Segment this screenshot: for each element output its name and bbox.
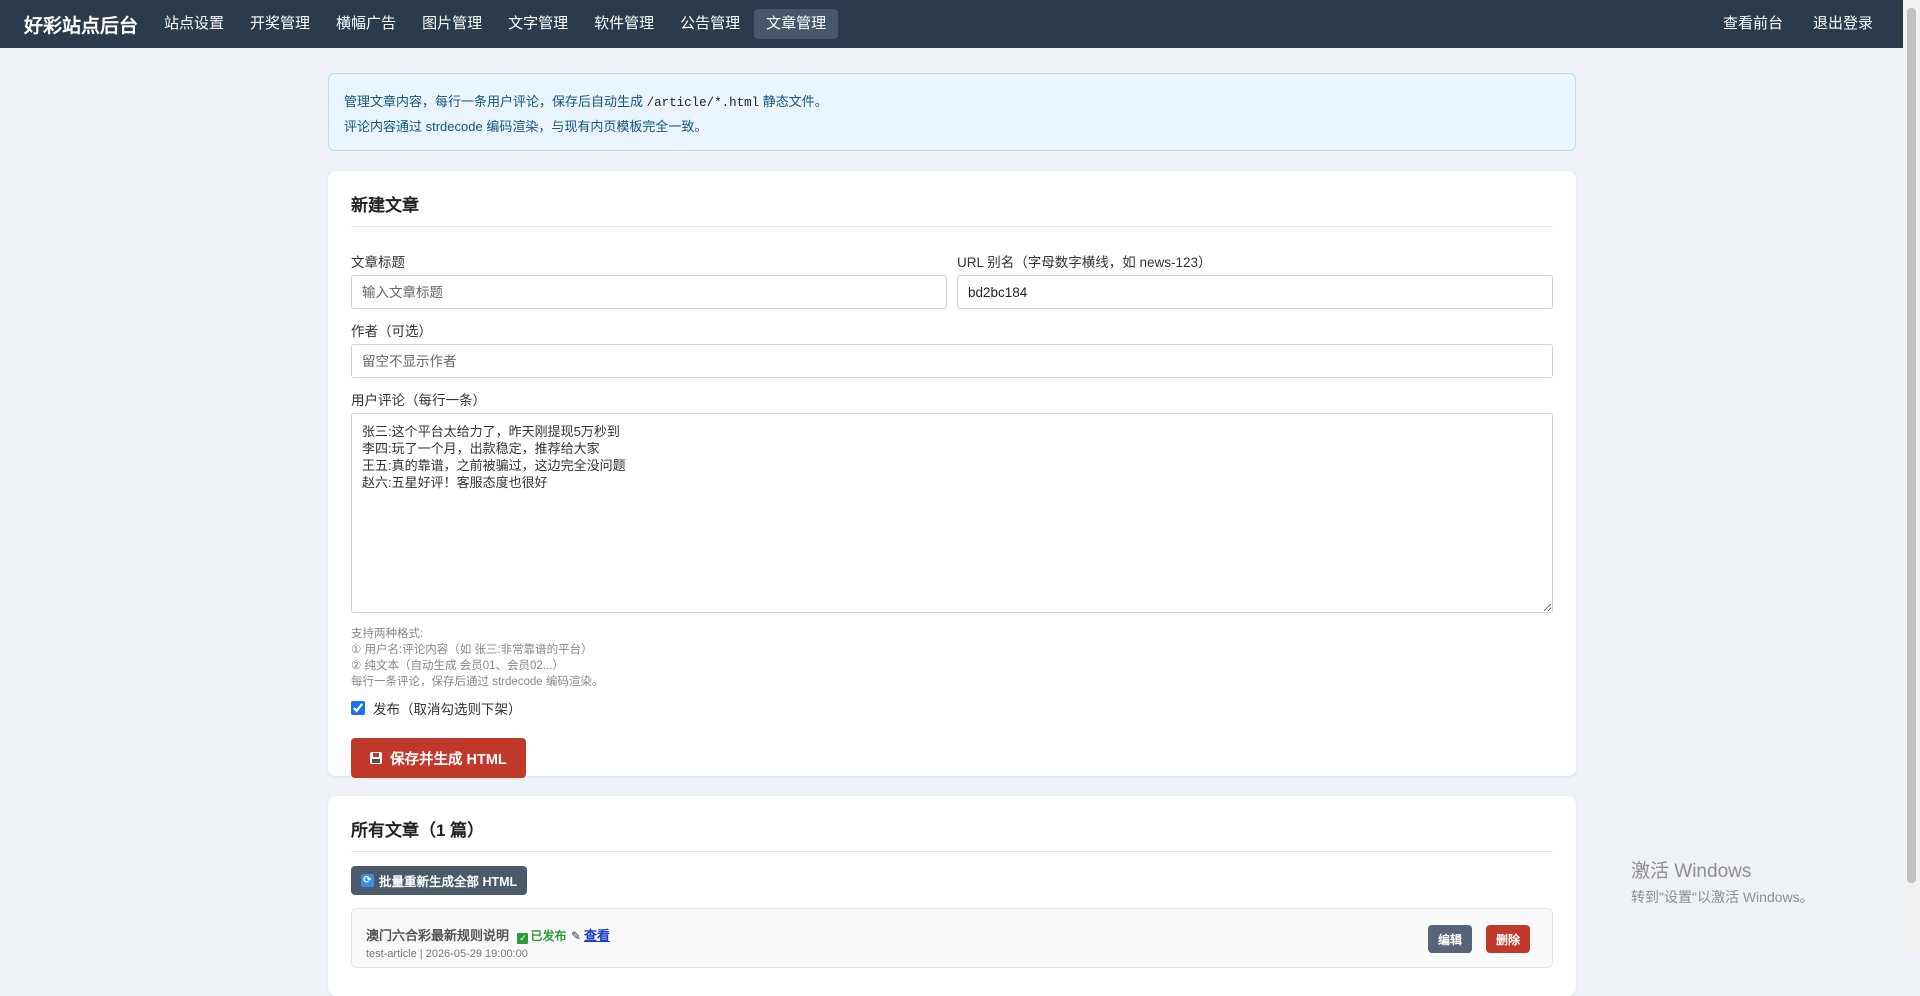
view-article-link[interactable]: 查看 [584,928,610,943]
info-line-1-path: /article/*.html [646,96,760,110]
help-line: 支持两种格式: [351,628,424,640]
pin-icon: ✎ [570,929,581,943]
edit-button[interactable]: 编辑 [1427,925,1472,953]
info-line-2: 评论内容通过 strdecode 编码渲染，与现有内页模板完全一致。 [344,119,708,134]
info-line-1-suffix: 静态文件。 [762,94,828,109]
comments-textarea[interactable]: 张三:这个平台太给力了，昨天刚提现5万秒到 李四:玩了一个月，出款稳定，推荐给大… [351,413,1553,613]
nav-article-management[interactable]: 文章管理 [754,9,839,39]
regenerate-all-button[interactable]: ⟳ 批量重新生成全部 HTML [351,866,528,895]
watermark-title: 激活 Windows [1631,861,1752,882]
info-line-1-text: 管理文章内容，每行一条用户评论，保存后自动生成 [344,94,644,109]
nav-banner-ads[interactable]: 横幅广告 [324,9,408,39]
title-slug-row: 文章标题 URL 别名（字母数字横线，如 news-123） [351,251,1553,309]
article-title-input[interactable] [351,275,947,309]
author-input[interactable] [351,344,1553,378]
windows-activation-watermark: 激活 Windows 转到"设置"以激活 Windows。 [1631,856,1814,907]
nav-software-management[interactable]: 软件管理 [582,9,666,39]
save-generate-button[interactable]: 保存并生成 HTML [351,738,526,778]
article-item-header: 澳门六合彩最新规则说明 ✓ 已发布 ✎ 查看 [366,925,1538,945]
new-article-title: 新建文章 [351,191,1553,227]
slug-group: URL 别名（字母数字横线，如 news-123） [957,251,1553,309]
article-title-label: 文章标题 [351,255,405,270]
author-label: 作者（可选） [351,324,432,339]
refresh-icon: ⟳ [361,874,374,887]
article-list-item: 澳门六合彩最新规则说明 ✓ 已发布 ✎ 查看 test-article | 2026… [351,908,1553,968]
publish-checkbox-row[interactable]: 发布（取消勾选则下架） [351,698,1553,718]
top-navbar: 好彩站点后台 站点设置 开奖管理 横幅广告 图片管理 文字管理 软件管理 公告管… [0,0,1903,48]
info-line-1: 管理文章内容，每行一条用户评论，保存后自动生成 /article/*.html … [344,90,1560,115]
format-help: 支持两种格式: ① 用户名:评论内容（如 张三:非常靠谱的平台） ② 纯文本（自… [351,626,1553,690]
nav-right-group: 查看前台 退出登录 [1707,9,1887,39]
slug-label: URL 别名（字母数字横线，如 news-123） [957,255,1212,270]
regenerate-all-label: 批量重新生成全部 HTML [379,875,518,889]
article-item-meta: test-article | 2026-05-29 19:00:00 [366,948,528,960]
logout-link[interactable]: 退出登录 [1801,9,1885,39]
author-group: 作者（可选） [351,320,1553,378]
comments-label: 用户评论（每行一条） [351,393,486,408]
check-icon: ✓ [517,933,529,944]
nav-text-management[interactable]: 文字管理 [496,9,580,39]
delete-button[interactable]: 删除 [1485,925,1530,953]
slug-input[interactable] [957,275,1553,309]
save-generate-label: 保存并生成 HTML [390,751,507,768]
nav-lottery-management[interactable]: 开奖管理 [238,9,322,39]
scrollbar-thumb[interactable] [1907,8,1916,883]
floppy-disk-icon [370,752,382,764]
publish-label: 发布（取消勾选则下架） [373,702,522,717]
nav-notice-management[interactable]: 公告管理 [668,9,752,39]
info-alert: 管理文章内容，每行一条用户评论，保存后自动生成 /article/*.html … [328,73,1576,151]
new-article-card: 新建文章 文章标题 URL 别名（字母数字横线，如 news-123） 作者（可… [328,171,1576,778]
article-item-actions: 编辑 删除 [1427,925,1530,953]
status-label: 已发布 [530,929,567,943]
status-badge: ✓ 已发布 [517,929,567,944]
publish-checkbox[interactable] [351,701,365,715]
help-line: ① 用户名:评论内容（如 张三:非常靠谱的平台） [351,644,593,656]
article-item-title: 澳门六合彩最新规则说明 [366,928,510,943]
view-front-link[interactable]: 查看前台 [1711,9,1795,39]
help-line: 每行一条评论，保存后通过 strdecode 编码渲染。 [351,676,604,688]
article-list-card: 所有文章（1 篇） ⟳ 批量重新生成全部 HTML 澳门六合彩最新规则说明 ✓ 已… [328,796,1576,996]
nav-image-management[interactable]: 图片管理 [410,9,494,39]
watermark-subtitle: 转到"设置"以激活 Windows。 [1631,889,1814,905]
article-list-title: 所有文章（1 篇） [351,816,1553,852]
brand-title[interactable]: 好彩站点后台 [24,11,138,38]
comments-group: 用户评论（每行一条） 张三:这个平台太给力了，昨天刚提现5万秒到 李四:玩了一个… [351,389,1553,618]
article-title-group: 文章标题 [351,251,947,309]
help-line: ② 纯文本（自动生成 会员01、会员02...） [351,660,564,672]
main-container: 管理文章内容，每行一条用户评论，保存后自动生成 /article/*.html … [328,73,1576,996]
nav-site-settings[interactable]: 站点设置 [152,9,236,39]
